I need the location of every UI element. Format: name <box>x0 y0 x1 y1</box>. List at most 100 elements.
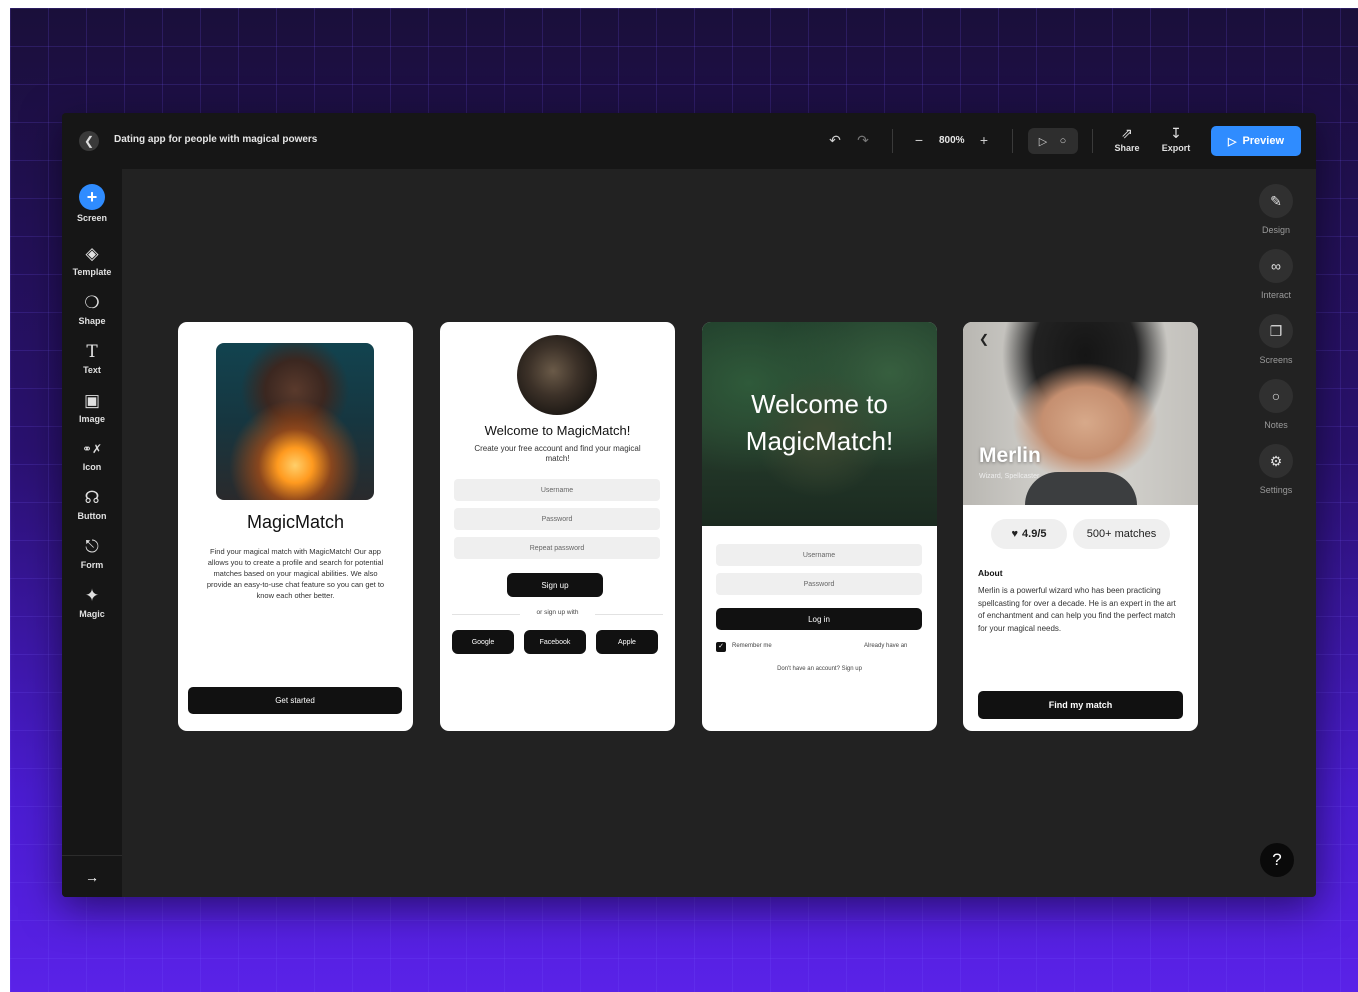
screen-signup[interactable]: Welcome to MagicMatch! Create your free … <box>440 322 675 731</box>
apple-button[interactable]: Apple <box>596 630 658 654</box>
template-tool[interactable]: ◈ Template <box>62 244 122 277</box>
signup-title: Welcome to MagicMatch! <box>484 423 631 438</box>
mode-switch: ▷ ○ <box>1028 128 1078 154</box>
export-button[interactable]: ↧ Export <box>1156 125 1196 153</box>
preview-button[interactable]: ▷ Preview <box>1211 126 1301 156</box>
find-my-match-button[interactable]: Find my match <box>978 691 1183 719</box>
screen-profile[interactable]: ❮ Merlin Wizard, Spellcaster ♥ 4.9/5 500… <box>963 322 1198 731</box>
password-field[interactable]: Password <box>454 508 660 530</box>
hero-image-magic-hands <box>216 343 374 500</box>
design-tab[interactable]: ✎ Design <box>1236 184 1316 235</box>
app-name: MagicMatch <box>246 512 345 532</box>
editor-window: ❮ Dating app for people with magical pow… <box>62 113 1316 897</box>
sign-up-link[interactable]: Don't have an account? Sign up <box>702 666 937 672</box>
redo-button[interactable]: ↷ <box>854 131 872 149</box>
heart-icon: ♥ <box>1011 528 1019 540</box>
profile-bio: Merlin is a powerful wizard who has been… <box>978 586 1176 633</box>
matches-badge: 500+ matches <box>1073 519 1170 549</box>
share-icon: ⇗ <box>1121 125 1133 141</box>
screens-tab[interactable]: ❐ Screens <box>1236 314 1316 365</box>
log-in-button[interactable]: Log in <box>716 608 922 630</box>
already-have-account-link[interactable]: Already have an <box>864 643 907 649</box>
magic-wand-icon: ✦ <box>84 586 100 605</box>
username-field[interactable]: Username <box>454 479 660 501</box>
redo-icon: ↷ <box>857 131 869 148</box>
or-sign-up-with: or sign up with <box>520 609 595 616</box>
rating-badge: ♥ 4.9/5 <box>991 519 1067 549</box>
profile-role: Wizard, Spellcaster <box>979 473 1040 480</box>
plus-icon: + <box>79 184 105 210</box>
left-toolbar: + Screen ◈ Template ❍ Shape T Text ▣ Ima… <box>62 169 122 897</box>
play-icon: ▷ <box>1227 135 1237 148</box>
gear-icon: ⚙ <box>1259 444 1293 478</box>
arrow-right-icon: → <box>85 869 99 885</box>
top-toolbar: ❮ Dating app for people with magical pow… <box>62 113 1316 169</box>
facebook-button[interactable]: Facebook <box>524 630 586 654</box>
login-welcome-title: Welcome to MagicMatch! <box>745 389 894 456</box>
zoom-out-button[interactable]: − <box>910 131 928 149</box>
zoom-in-button[interactable]: + <box>975 131 993 149</box>
get-started-button[interactable]: Get started <box>188 687 402 714</box>
back-button[interactable]: ❮ <box>979 332 989 346</box>
expand-sidebar-button[interactable]: → <box>62 855 122 897</box>
back-button[interactable]: ❮ <box>79 131 99 151</box>
note-icon: ○ <box>1259 379 1293 413</box>
icon-grid-icon: ⚭✗ <box>81 442 103 456</box>
settings-tab[interactable]: ⚙ Settings <box>1236 444 1316 495</box>
text-tool[interactable]: T Text <box>62 342 122 375</box>
minus-icon: − <box>914 132 924 148</box>
help-button[interactable]: ? <box>1260 843 1294 877</box>
pencil-icon: ✎ <box>1259 184 1293 218</box>
interact-tab[interactable]: ∞ Interact <box>1236 249 1316 300</box>
chevron-left-icon: ❮ <box>83 134 95 148</box>
chevron-left-icon: ❮ <box>979 332 990 346</box>
select-mode-button[interactable]: ▷ <box>1035 133 1051 149</box>
intro-description: Find your magical match with MagicMatch!… <box>206 547 385 600</box>
play-outline-icon: ▷ <box>1038 135 1048 148</box>
button-tool[interactable]: ☊ Button <box>62 488 122 521</box>
right-panel-tabs: ✎ Design ∞ Interact ❐ Screens ○ Notes ⚙ … <box>1236 169 1316 897</box>
notes-tab[interactable]: ○ Notes <box>1236 379 1316 430</box>
signup-subtitle: Create your free account and find your m… <box>474 444 641 463</box>
username-field[interactable]: Username <box>716 544 922 566</box>
layers-icon: ◈ <box>85 244 99 263</box>
repeat-password-field[interactable]: Repeat password <box>454 537 660 559</box>
profile-name: Merlin <box>979 444 1041 467</box>
toolbar-divider <box>1012 129 1013 153</box>
form-tool[interactable]: ⎋ Form <box>62 537 122 570</box>
toolbar-divider <box>892 129 893 153</box>
profile-photo-shirt <box>1025 472 1137 505</box>
undo-icon: ↶ <box>829 131 841 148</box>
password-field[interactable]: Password <box>716 573 922 595</box>
download-icon: ↧ <box>1170 125 1182 141</box>
question-icon: ? <box>1272 850 1282 869</box>
logo-image <box>517 335 597 415</box>
toolbar-divider <box>1092 129 1093 153</box>
plus-icon: + <box>979 132 989 148</box>
shape-tool[interactable]: ❍ Shape <box>62 293 122 326</box>
form-icon: ⎋ <box>85 537 99 556</box>
text-icon: T <box>86 342 98 362</box>
screen-login[interactable]: Welcome to MagicMatch! Username Password… <box>702 322 937 731</box>
about-heading: About <box>978 568 1003 578</box>
sign-up-button[interactable]: Sign up <box>507 573 603 597</box>
magic-tool[interactable]: ✦ Magic <box>62 586 122 619</box>
image-icon: ▣ <box>83 391 101 410</box>
shapes-icon: ❍ <box>84 293 100 312</box>
project-title: Dating app for people with magical power… <box>114 134 318 145</box>
hand-icon: ○ <box>1059 135 1067 147</box>
add-screen-button[interactable]: + Screen <box>62 184 122 223</box>
screen-intro[interactable]: MagicMatch Find your magical match with … <box>178 322 413 731</box>
share-button[interactable]: ⇗ Share <box>1107 125 1147 153</box>
link-icon: ∞ <box>1259 249 1293 283</box>
image-tool[interactable]: ▣ Image <box>62 391 122 424</box>
google-button[interactable]: Google <box>452 630 514 654</box>
remember-me-checkbox[interactable]: ✓ <box>716 642 726 652</box>
undo-button[interactable]: ↶ <box>826 131 844 149</box>
icon-tool[interactable]: ⚭✗ Icon <box>62 439 122 472</box>
hand-mode-button[interactable]: ○ <box>1055 133 1071 149</box>
zoom-level[interactable]: 800% <box>939 135 965 146</box>
remember-me-label: Remember me <box>732 643 772 649</box>
button-icon: ☊ <box>84 488 100 507</box>
screens-icon: ❐ <box>1259 314 1293 348</box>
